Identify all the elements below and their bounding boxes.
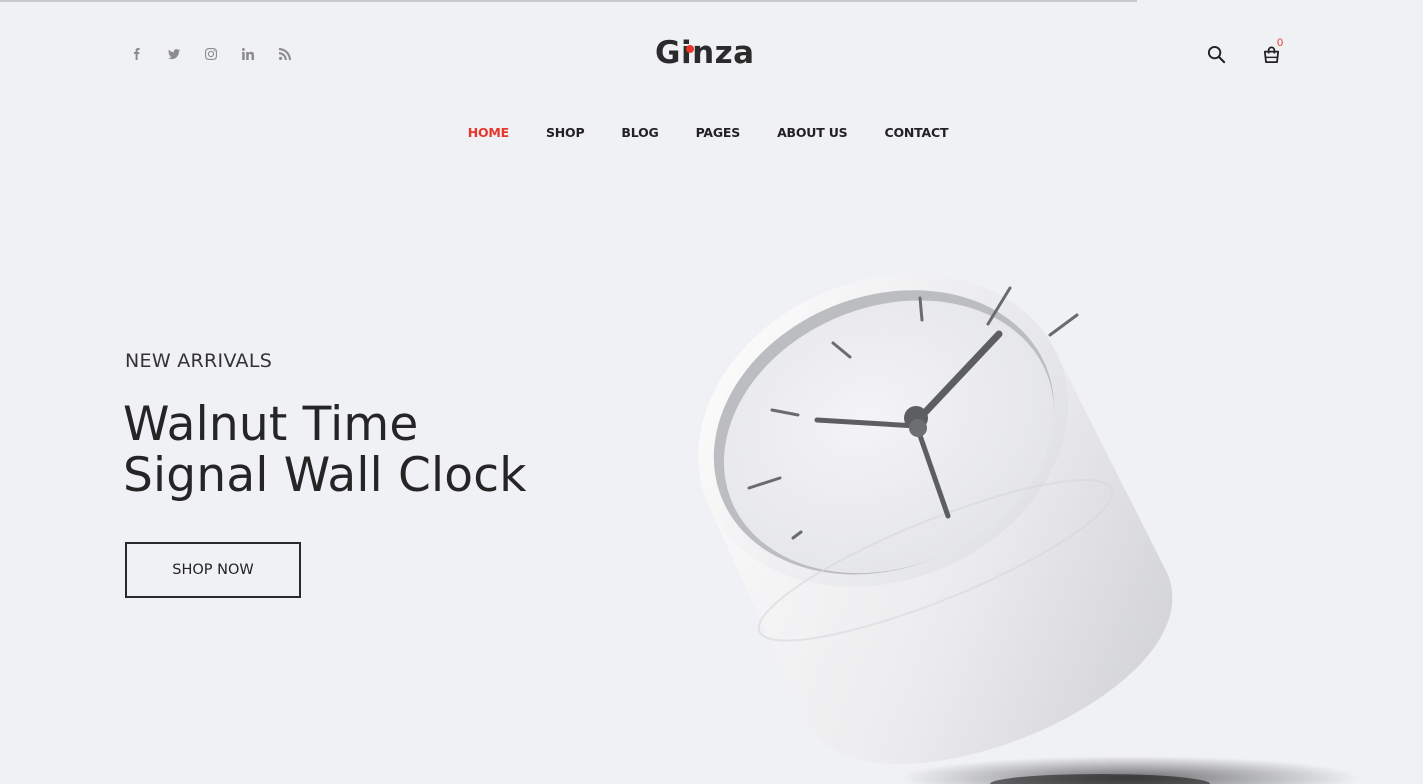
page: Ginza 0 HOME SHOP BLOG PAGES ABOUT US CO… [0, 0, 1423, 784]
page-loading-bar [0, 0, 1137, 2]
facebook-icon [133, 48, 140, 60]
search-icon [1207, 45, 1225, 63]
instagram-link[interactable] [192, 44, 229, 64]
rss-link[interactable] [266, 44, 303, 64]
linkedin-link[interactable] [229, 44, 266, 64]
rss-icon [278, 48, 291, 60]
nav-item-home[interactable]: HOME [449, 122, 527, 144]
desk-clock-image [698, 274, 1360, 784]
hero-eyebrow: NEW ARRIVALS [125, 350, 273, 372]
cart-count-badge: 0 [1277, 37, 1284, 49]
nav-item-shop[interactable]: SHOP [527, 122, 602, 144]
nav-item-pages[interactable]: PAGES [677, 122, 759, 144]
twitter-link[interactable] [155, 44, 192, 64]
hero-title-line-2: Signal Wall Clock [123, 448, 527, 503]
facebook-link[interactable] [118, 44, 155, 64]
twitter-icon [167, 49, 180, 60]
nav-item-blog[interactable]: BLOG [603, 122, 677, 144]
brand-logo[interactable]: Ginza [655, 30, 767, 76]
linkedin-icon [241, 48, 254, 60]
hero-product-image [690, 210, 1423, 784]
logo-accent-dot [686, 45, 694, 53]
shop-now-button[interactable]: SHOP NOW [125, 542, 301, 598]
hero-title: Walnut Time Signal Wall Clock [123, 399, 527, 501]
hero-title-line-1: Walnut Time [123, 397, 419, 452]
search-button[interactable] [1204, 42, 1228, 66]
brand-logo-text: Ginza [655, 35, 755, 71]
nav-item-contact[interactable]: CONTACT [866, 122, 967, 144]
social-links [118, 44, 303, 64]
main-navigation: HOME SHOP BLOG PAGES ABOUT US CONTACT [0, 122, 1423, 144]
nav-item-about-us[interactable]: ABOUT US [759, 122, 866, 144]
instagram-icon [204, 48, 217, 60]
